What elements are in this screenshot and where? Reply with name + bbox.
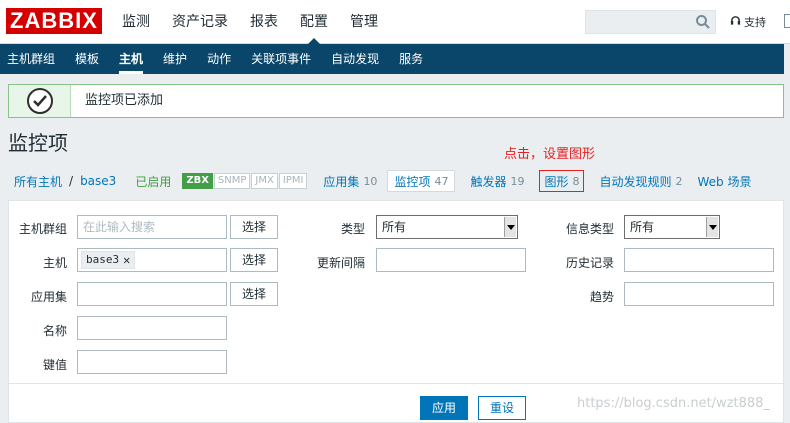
application-label: 应用集 — [30, 290, 67, 304]
success-message-text: 监控项已添加 — [71, 85, 783, 117]
type-label: 类型 — [340, 222, 365, 236]
subnav-discovery[interactable]: 自动发现 — [331, 44, 379, 74]
availability-ipmi: IPMI — [278, 173, 308, 189]
page-title: 监控项 — [8, 131, 68, 155]
update-interval-input[interactable] — [376, 248, 526, 272]
support-link[interactable]: 支持 — [730, 14, 766, 30]
top-menu-inventory[interactable]: 资产记录 — [172, 0, 228, 44]
host-groups-label: 主机群组 — [19, 222, 68, 236]
zabbix-logo[interactable]: ZABBIX — [6, 8, 102, 34]
host-input[interactable]: base3 ✕ — [77, 248, 227, 272]
host-tabs: 所有主机 / base3 已启用 ZBX SNMP JMX IPMI 应用集 1… — [14, 170, 751, 192]
tab-web-label: Web 场景 — [697, 174, 752, 189]
apply-button[interactable]: 应用 — [420, 396, 468, 420]
tab-applications-count: 10 — [363, 174, 378, 188]
key-label: 键值 — [42, 358, 67, 372]
check-circle-icon — [26, 88, 53, 114]
tab-web-scenarios[interactable]: Web 场景 — [698, 170, 752, 192]
availability-zbx: ZBX — [182, 173, 213, 189]
tab-graphs-label: 图形 — [544, 174, 569, 189]
host-groups-select-button[interactable]: 选择 — [230, 215, 278, 239]
success-icon-box — [9, 85, 71, 117]
subnav-correlation[interactable]: 关联项事件 — [251, 44, 311, 74]
subnav-services[interactable]: 服务 — [399, 44, 423, 74]
availability-jmx: JMX — [251, 173, 278, 189]
support-label: 支持 — [744, 16, 766, 29]
tab-items-count: 47 — [434, 174, 449, 188]
host-chip-label: base3 — [86, 253, 120, 266]
host-chip: base3 ✕ — [81, 251, 136, 269]
top-bar: ZABBIX 监测 资产记录 报表 配置 管理 支持 — [0, 0, 790, 44]
trends-input[interactable] — [624, 282, 774, 306]
subnav-hosts[interactable]: 主机 — [119, 44, 144, 74]
top-menu: 监测 资产记录 报表 配置 管理 — [122, 0, 400, 44]
dropdown-arrow-icon — [706, 217, 718, 237]
tab-items-label: 监控项 — [394, 174, 431, 189]
logo-text: ZABBIX — [10, 8, 98, 33]
watermark: https://blog.csdn.net/wzt888_ — [577, 396, 770, 411]
tab-discovery-label: 自动发现规则 — [599, 174, 672, 189]
search-icon[interactable] — [695, 14, 711, 30]
tab-discovery-rules[interactable]: 自动发现规则 2 — [599, 170, 682, 192]
top-menu-administration[interactable]: 管理 — [350, 0, 378, 44]
subnav-templates[interactable]: 模板 — [75, 44, 99, 74]
name-input[interactable] — [77, 316, 227, 340]
tab-applications[interactable]: 应用集 10 — [323, 170, 377, 192]
info-type-select-value: 所有 — [630, 220, 655, 234]
subnav-maintenance[interactable]: 维护 — [163, 44, 187, 74]
success-message: 监控项已添加 — [8, 84, 784, 118]
top-menu-reports[interactable]: 报表 — [250, 0, 278, 44]
update-interval-label: 更新间隔 — [316, 256, 365, 270]
trends-label: 趋势 — [589, 290, 614, 304]
top-menu-monitoring[interactable]: 监测 — [122, 0, 150, 44]
tab-items[interactable]: 监控项 47 — [387, 170, 456, 192]
dropdown-arrow-icon — [504, 217, 516, 237]
filter-divider — [9, 383, 783, 384]
breadcrumb-separator: / — [69, 174, 74, 188]
headset-icon — [730, 15, 741, 29]
application-input[interactable] — [77, 282, 227, 306]
tab-graphs[interactable]: 图形 8 — [539, 170, 585, 192]
key-input[interactable] — [77, 350, 227, 374]
breadcrumb-all-hosts[interactable]: 所有主机 — [14, 173, 62, 190]
host-status[interactable]: 已启用 — [135, 173, 171, 190]
tab-triggers[interactable]: 触发器 19 — [470, 170, 524, 192]
top-menu-configuration[interactable]: 配置 — [300, 0, 328, 44]
host-label: 主机 — [42, 256, 67, 270]
history-label: 历史记录 — [565, 256, 614, 270]
share-icon[interactable] — [784, 14, 790, 28]
application-select-button[interactable]: 选择 — [230, 282, 278, 306]
subnav-host-groups[interactable]: 主机群组 — [7, 44, 55, 74]
info-type-label: 信息类型 — [565, 222, 614, 236]
filter-panel: 主机群组 在此输入搜索 选择 主机 base3 ✕ 选择 应用集 选择 名称 键… — [8, 200, 784, 423]
availability-snmp: SNMP — [213, 173, 251, 189]
tab-graphs-count: 8 — [572, 174, 580, 188]
type-select[interactable]: 所有 — [376, 215, 518, 239]
name-label: 名称 — [42, 324, 67, 338]
tab-applications-label: 应用集 — [323, 174, 360, 189]
remove-chip-icon[interactable]: ✕ — [123, 252, 130, 268]
breadcrumb-host[interactable]: base3 — [80, 174, 116, 188]
reset-button[interactable]: 重设 — [478, 396, 526, 420]
tab-triggers-count: 19 — [510, 174, 525, 188]
info-type-select[interactable]: 所有 — [624, 215, 720, 239]
host-groups-input[interactable]: 在此输入搜索 — [77, 215, 227, 239]
type-select-value: 所有 — [382, 220, 407, 234]
host-select-button[interactable]: 选择 — [230, 248, 278, 272]
tab-triggers-label: 触发器 — [470, 174, 507, 189]
sub-nav: 主机群组 模板 主机 维护 动作 关联项事件 自动发现 服务 — [0, 44, 790, 74]
subnav-actions[interactable]: 动作 — [207, 44, 231, 74]
tab-discovery-count: 2 — [675, 174, 683, 188]
annotation-note: 点击，设置图形 — [504, 147, 596, 162]
global-search-input[interactable] — [585, 10, 716, 34]
right-edge — [784, 44, 790, 423]
history-input[interactable] — [624, 248, 774, 272]
